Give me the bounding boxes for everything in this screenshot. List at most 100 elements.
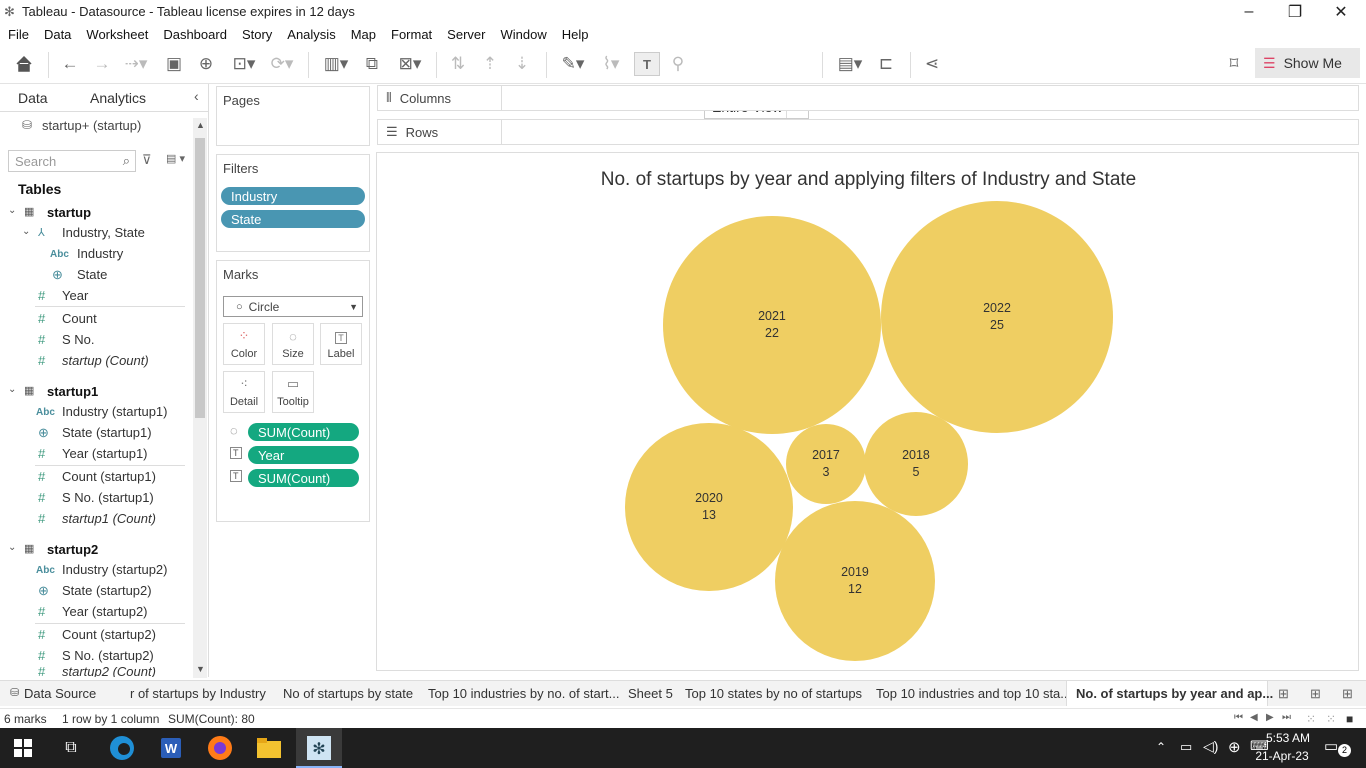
field-sno[interactable]: S No.: [62, 332, 95, 347]
view-options-icon[interactable]: ▤ ▾: [166, 152, 185, 165]
menu-file[interactable]: File: [8, 27, 29, 42]
field-industry[interactable]: Industry: [77, 246, 123, 261]
last-sheet-icon[interactable]: ⏭: [1282, 712, 1291, 723]
edge-icon[interactable]: [107, 733, 137, 763]
group-icon[interactable]: ⌇▾: [594, 52, 628, 76]
tableau-taskbar-icon[interactable]: ✻: [304, 733, 334, 763]
bubble-2020[interactable]: 2020 13: [625, 423, 793, 591]
filmstrip-icon[interactable]: ⁙: [1306, 712, 1316, 726]
filter-pill-industry[interactable]: Industry: [221, 187, 365, 205]
menu-format[interactable]: Format: [391, 27, 432, 42]
presentation-icon[interactable]: ⊏: [874, 52, 898, 76]
new-story-icon[interactable]: ⊞: [1342, 686, 1353, 702]
marks-color-button[interactable]: ⁘ Color: [223, 323, 265, 365]
chevron-down-icon[interactable]: ⌄: [8, 205, 16, 216]
swap-icon[interactable]: ⇅: [446, 52, 470, 76]
field-startup1-count[interactable]: startup1 (Count): [62, 511, 156, 526]
field-year-startup1[interactable]: Year (startup1): [62, 446, 148, 461]
network-globe-icon[interactable]: ⊕: [1228, 738, 1241, 756]
field-count-startup2[interactable]: Count (startup2): [62, 627, 156, 642]
columns-shelf[interactable]: ⦀ Columns: [377, 85, 1359, 111]
file-explorer-icon[interactable]: [254, 733, 284, 763]
scroll-up-icon[interactable]: ▲: [196, 120, 205, 130]
tab-sheet5[interactable]: Sheet 5: [628, 686, 673, 701]
bubble-2019[interactable]: 2019 12: [774, 500, 936, 662]
field-count[interactable]: Count: [62, 311, 97, 326]
tab-data-source[interactable]: Data Source: [24, 686, 96, 701]
new-dashboard-icon[interactable]: ⊞: [1310, 686, 1321, 702]
menu-worksheet[interactable]: Worksheet: [86, 27, 148, 42]
battery-icon[interactable]: ▭: [1180, 739, 1192, 755]
undo-icon[interactable]: ←: [58, 52, 82, 76]
sort-desc-icon[interactable]: ⇣: [510, 52, 534, 76]
tabs-view-icon[interactable]: ■: [1346, 712, 1353, 726]
menu-analysis[interactable]: Analysis: [287, 27, 335, 42]
maximize-button[interactable]: ❐: [1272, 0, 1318, 24]
menu-window[interactable]: Window: [500, 27, 546, 42]
field-state-startup1[interactable]: State (startup1): [62, 425, 152, 440]
pages-card[interactable]: Pages: [216, 86, 370, 146]
sheet-sorter-icon[interactable]: ⁙: [1326, 712, 1336, 726]
filter-icon[interactable]: ⊽: [142, 152, 152, 168]
rows-shelf[interactable]: ☰ Rows: [377, 119, 1359, 145]
tab-sheet-state[interactable]: No of startups by state: [283, 686, 413, 701]
minimize-button[interactable]: –: [1226, 0, 1272, 24]
redo-icon[interactable]: →: [90, 52, 114, 76]
task-view-icon[interactable]: ⧉: [56, 733, 86, 763]
sort-asc-icon[interactable]: ⇡: [478, 52, 502, 76]
field-year-startup2[interactable]: Year (startup2): [62, 604, 148, 619]
show-cards-icon[interactable]: ▤▾: [832, 52, 868, 76]
field-state-startup2[interactable]: State (startup2): [62, 583, 152, 598]
field-startup2-count[interactable]: startup2 (Count): [62, 667, 156, 677]
tab-sheet-top10-both[interactable]: Top 10 industries and top 10 sta...: [876, 686, 1071, 701]
marks-detail-button[interactable]: ⁖ Detail: [223, 371, 265, 413]
prev-sheet-icon[interactable]: ◀: [1250, 712, 1258, 723]
word-icon[interactable]: W: [156, 733, 186, 763]
table-startup1[interactable]: startup1: [47, 384, 98, 399]
table-startup[interactable]: startup: [47, 205, 91, 220]
bubble-2018[interactable]: 2018 5: [864, 412, 968, 516]
marks-label-button[interactable]: T Label: [320, 323, 362, 365]
save-icon[interactable]: ▣: [162, 52, 186, 76]
duplicate-icon[interactable]: ⧉: [360, 52, 384, 76]
field-hierarchy[interactable]: Industry, State: [62, 225, 145, 240]
field-count-startup1[interactable]: Count (startup1): [62, 469, 156, 484]
scroll-down-icon[interactable]: ▼: [196, 664, 205, 674]
next-sheet-icon[interactable]: ▶: [1266, 712, 1274, 723]
viz-canvas[interactable]: No. of startups by year and applying fil…: [376, 152, 1359, 671]
marks-pill-label-year[interactable]: Year: [248, 446, 359, 464]
notification-icon[interactable]: ▭: [1324, 737, 1338, 755]
chevron-down-icon[interactable]: ⌄: [22, 226, 30, 237]
new-worksheet-icon[interactable]: ⊞: [1278, 686, 1289, 702]
collapse-pane-icon[interactable]: ‹: [194, 88, 199, 104]
pause-updates-icon[interactable]: ⊡▾: [226, 52, 262, 76]
table-startup2[interactable]: startup2: [47, 542, 98, 557]
fix-axes-icon[interactable]: ⚲: [666, 52, 690, 76]
menu-server[interactable]: Server: [447, 27, 485, 42]
field-sno-startup2[interactable]: S No. (startup2): [62, 648, 154, 663]
tab-data[interactable]: Data: [18, 90, 48, 106]
tab-sheet-industry[interactable]: r of startups by Industry: [130, 686, 270, 701]
clock-date[interactable]: 21-Apr-23: [1252, 749, 1312, 763]
mark-type-dropdown[interactable]: ○ Circle ▼: [223, 296, 363, 317]
chevron-down-icon[interactable]: ⌄: [8, 542, 16, 553]
datasource-name[interactable]: startup+ (startup): [42, 118, 141, 133]
filter-pill-state[interactable]: State: [221, 210, 365, 228]
clear-sheet-icon[interactable]: ⊠▾: [392, 52, 428, 76]
menu-data[interactable]: Data: [44, 27, 71, 42]
marks-tooltip-button[interactable]: ▭ Tooltip: [272, 371, 314, 413]
new-worksheet-icon[interactable]: ▥▾: [318, 52, 354, 76]
home-icon[interactable]: [12, 52, 36, 76]
field-startup-count[interactable]: startup (Count): [62, 353, 149, 368]
field-year[interactable]: Year: [62, 288, 88, 303]
field-state[interactable]: State: [77, 267, 107, 282]
bubble-2017[interactable]: 2017 3: [785, 423, 867, 505]
tab-sheet-top10-industries[interactable]: Top 10 industries by no. of start...: [428, 686, 620, 701]
show-me-button[interactable]: ☰ Show Me: [1255, 48, 1360, 78]
bubble-2021[interactable]: 2021 22: [663, 216, 881, 434]
field-sno-startup1[interactable]: S No. (startup1): [62, 490, 154, 505]
bubble-2022[interactable]: 2022 25: [881, 201, 1113, 433]
tab-analytics[interactable]: Analytics: [90, 90, 146, 106]
first-sheet-icon[interactable]: ⏮: [1234, 712, 1243, 723]
search-input[interactable]: Search ⌕: [8, 150, 136, 172]
